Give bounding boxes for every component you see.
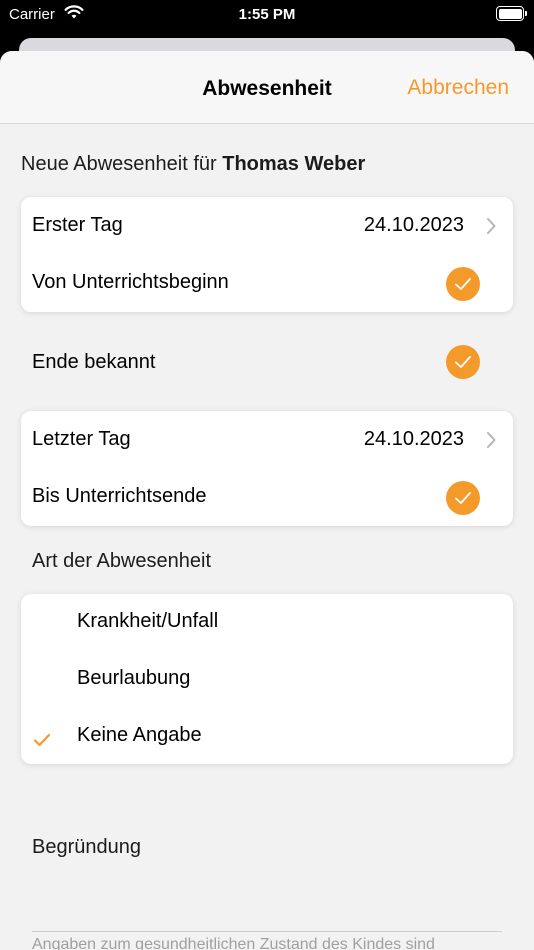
- from-start-checkbox[interactable]: [446, 267, 480, 301]
- end-known-checkbox[interactable]: [446, 345, 480, 379]
- status-time: 1:55 PM: [238, 6, 296, 23]
- until-end-label: Bis Unterrichtsende: [32, 485, 207, 507]
- chevron-right-icon: [485, 431, 497, 449]
- until-end-checkbox[interactable]: [446, 481, 480, 515]
- status-bar: Carrier 1:55 PM: [0, 0, 534, 30]
- end-card: Letzter Tag 24.10.2023 Bis Unterrichtsen…: [21, 411, 513, 526]
- last-day-label: Letzter Tag: [32, 428, 131, 450]
- from-start-label: Von Unterrichtsbeginn: [32, 271, 229, 293]
- battery-icon: [496, 6, 527, 21]
- option-label: Beurlaubung: [77, 667, 191, 689]
- modal-sheet: Abwesenheit Abbrechen Neue Abwesenheit f…: [0, 51, 534, 950]
- first-day-value: 24.10.2023: [363, 214, 464, 236]
- from-start-row: Von Unterrichtsbeginn: [21, 254, 513, 311]
- cancel-button[interactable]: Abbrechen: [407, 76, 509, 100]
- last-day-value: 24.10.2023: [363, 428, 464, 450]
- end-known-row: Ende bekannt: [21, 334, 513, 391]
- first-day-label: Erster Tag: [32, 214, 123, 236]
- reason-label: Begründung: [32, 836, 141, 858]
- absence-type-header: Art der Abwesenheit: [32, 550, 211, 572]
- option-krankheit[interactable]: Krankheit/Unfall: [21, 594, 513, 651]
- option-label: Krankheit/Unfall: [77, 610, 219, 632]
- until-end-row: Bis Unterrichtsende: [21, 468, 513, 525]
- last-day-row[interactable]: Letzter Tag 24.10.2023: [21, 411, 513, 468]
- student-name: Thomas Weber: [222, 153, 366, 175]
- header-prefix: Neue Abwesenheit für: [21, 153, 223, 175]
- reason-divider: [32, 931, 502, 932]
- end-known-label: Ende bekannt: [32, 351, 156, 373]
- checkmark-icon: [33, 730, 51, 753]
- start-card: Erster Tag 24.10.2023 Von Unterrichtsbeg…: [21, 197, 513, 312]
- absence-for-header: Neue Abwesenheit für Thomas Weber: [21, 153, 365, 176]
- navigation-bar: Abwesenheit Abbrechen: [0, 51, 534, 124]
- chevron-right-icon: [485, 217, 497, 235]
- reason-footnote: Angaben zum gesundheitlichen Zustand des…: [32, 936, 435, 950]
- option-label: Keine Angabe: [77, 724, 202, 746]
- option-beurlaubung[interactable]: Beurlaubung: [21, 651, 513, 708]
- first-day-row[interactable]: Erster Tag 24.10.2023: [21, 197, 513, 254]
- option-keine-angabe[interactable]: Keine Angabe: [21, 708, 513, 765]
- absence-type-card: Krankheit/Unfall Beurlaubung Keine Angab…: [21, 594, 513, 764]
